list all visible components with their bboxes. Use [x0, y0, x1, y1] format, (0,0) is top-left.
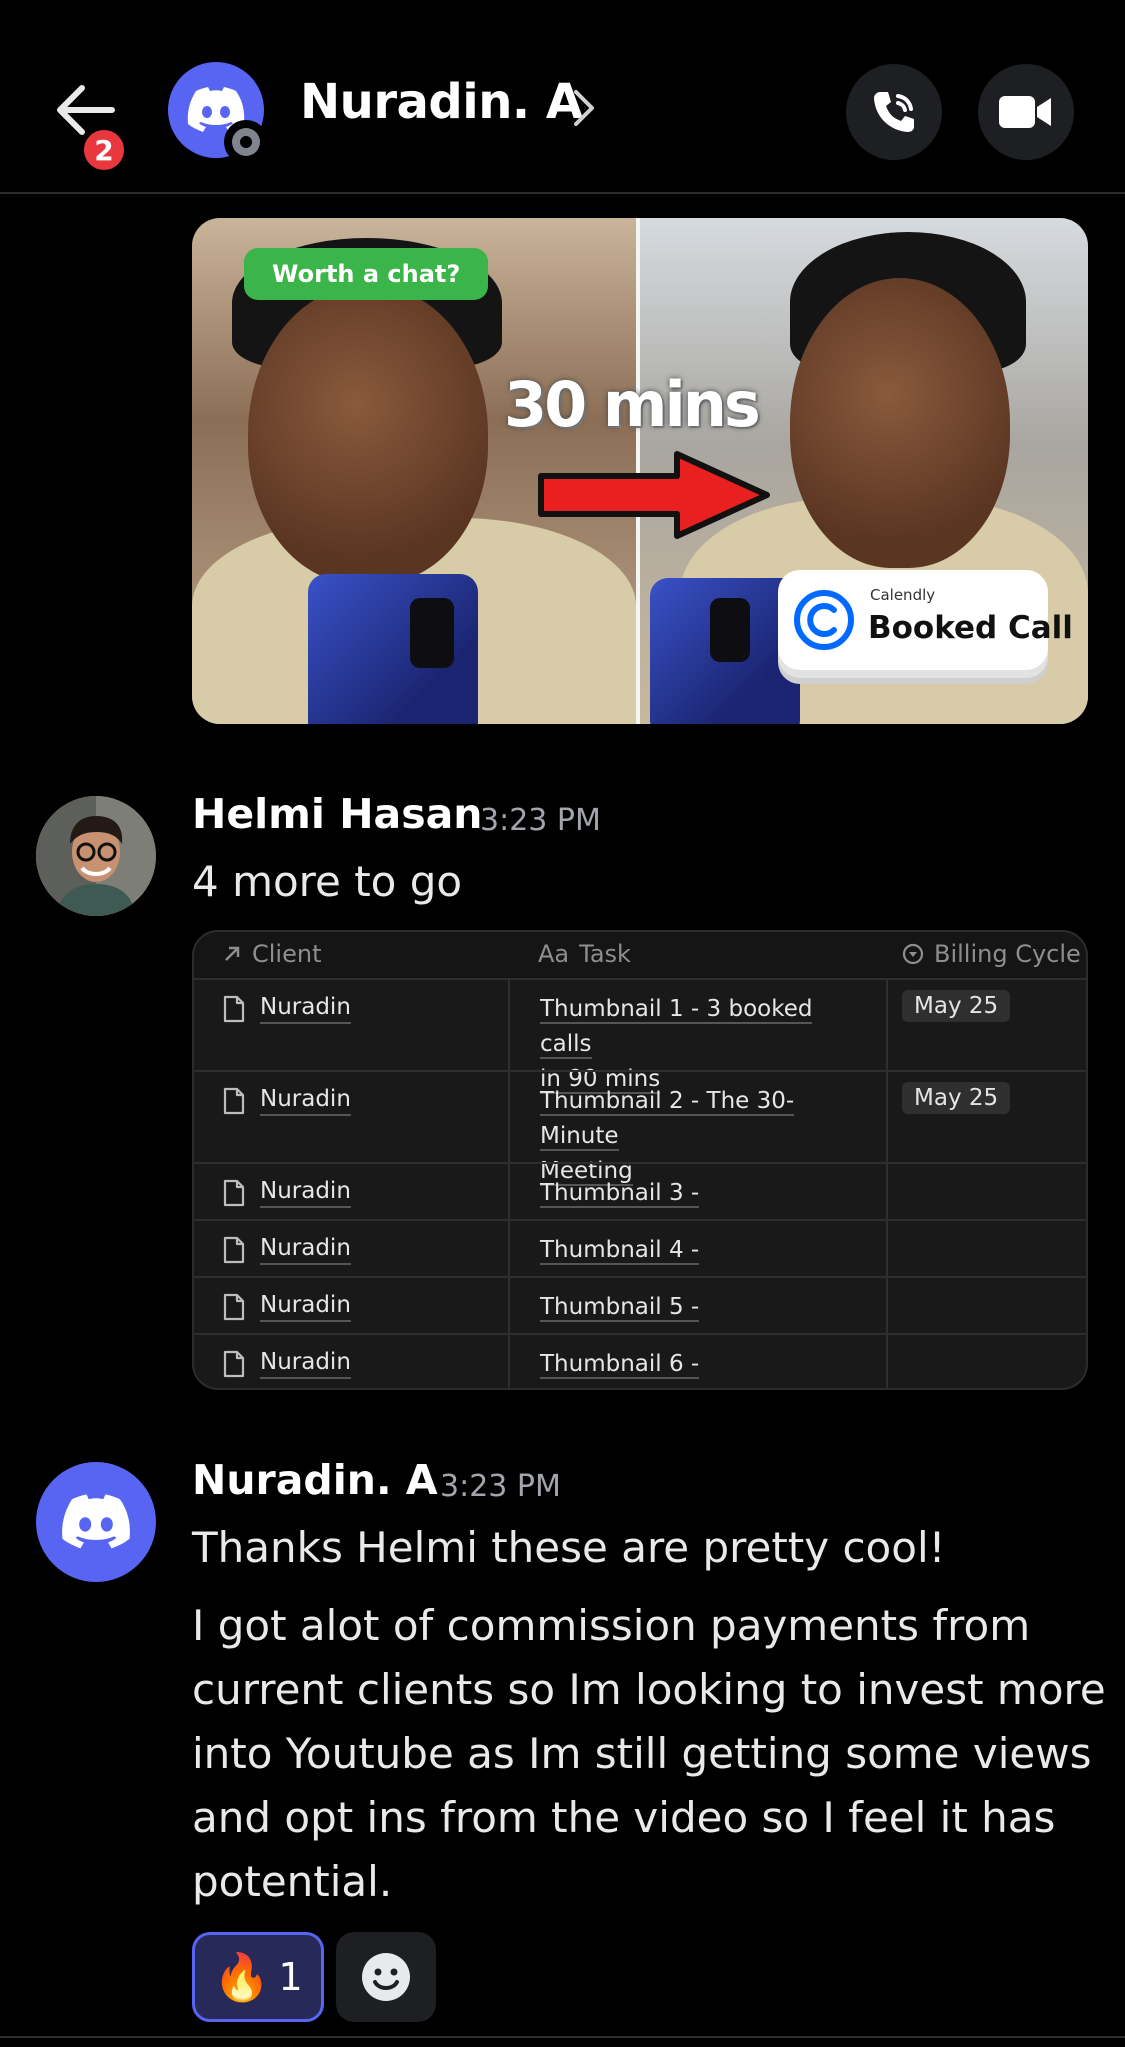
thirty-mins-text: 30 mins: [504, 368, 761, 441]
calendly-label: Calendly: [870, 586, 936, 604]
document-icon: [223, 995, 245, 1023]
helmi-avatar[interactable]: [36, 796, 156, 916]
relation-arrow-icon: [225, 946, 240, 961]
message-author[interactable]: Helmi Hasan: [192, 790, 482, 838]
document-icon: [223, 1179, 245, 1207]
billing-cycle-pill: May 25: [902, 1082, 1011, 1114]
client-cell: Nuradin: [222, 1292, 351, 1322]
phone-icon: [874, 92, 914, 132]
task-cell: Thumbnail 3 -: [540, 1180, 700, 1208]
table-row[interactable]: Nuradin Thumbnail 3 -: [194, 1162, 1086, 1219]
voice-call-button[interactable]: [846, 64, 942, 160]
document-icon: [223, 1350, 245, 1378]
message-author[interactable]: Nuradin. A: [192, 1456, 438, 1504]
text-property-icon: Aa: [538, 940, 570, 968]
task-cell: Thumbnail 6 -: [540, 1351, 700, 1379]
video-camera-icon: [999, 96, 1051, 128]
discord-logo-icon: [62, 1494, 130, 1549]
booked-call-card: Calendly Booked Call: [778, 570, 1073, 670]
client-cell: Nuradin: [222, 1086, 351, 1116]
client-cell: Nuradin: [222, 1178, 351, 1208]
billing-cycle-pill: May 25: [902, 990, 1011, 1022]
table-row[interactable]: Nuradin Thumbnail 5 -: [194, 1276, 1086, 1333]
calendly-logo-icon: [794, 590, 854, 650]
client-cell: Nuradin: [222, 1235, 351, 1265]
task-cell: Thumbnail 4 -: [540, 1237, 700, 1265]
message-paragraph: I got alot of commission payments from c…: [192, 1601, 1106, 1906]
message-text: 4 more to go: [192, 857, 463, 906]
reaction-count: 1: [278, 1955, 303, 1999]
document-icon: [223, 1087, 245, 1115]
divider: [0, 2036, 1125, 2038]
offline-status-indicator: [224, 120, 268, 164]
table-row[interactable]: Nuradin Thumbnail 4 -: [194, 1219, 1086, 1276]
worth-a-chat-tag: Worth a chat?: [244, 248, 489, 300]
table-row[interactable]: Nuradin Thumbnail 2 - The 30-Minute Meeti…: [194, 1070, 1086, 1186]
fire-emoji-icon: 🔥: [213, 1949, 271, 2004]
column-header-billing: Billing Cycle: [902, 940, 1081, 968]
message-timestamp: 3:23 PM: [480, 803, 601, 838]
table-row[interactable]: Nuradin Thumbnail 6 -: [194, 1333, 1086, 1388]
message-text: Thanks Helmi these are pretty cool!: [192, 1523, 946, 1572]
client-cell: Nuradin: [222, 994, 351, 1024]
user-photo-icon: [36, 796, 156, 916]
column-header-task: Aa Task: [538, 940, 631, 968]
smiley-face-icon: [362, 1953, 410, 2001]
document-icon: [223, 1293, 245, 1321]
table-header: Client Aa Task Billing Cycle: [194, 932, 1086, 978]
fire-reaction-button[interactable]: 🔥 1: [192, 1932, 324, 2022]
column-header-client: Client: [222, 940, 321, 968]
add-reaction-button[interactable]: [336, 1932, 436, 2022]
chat-header: 2 Nuradin. A: [0, 0, 1125, 194]
table-row[interactable]: Nuradin Thumbnail 1 - 3 booked calls in 9…: [194, 978, 1086, 1094]
video-call-button[interactable]: [978, 64, 1074, 160]
select-property-icon: [902, 943, 924, 965]
client-cell: Nuradin: [222, 1349, 351, 1379]
chevron-right-icon[interactable]: [572, 88, 596, 128]
booked-call-title: Booked Call: [868, 610, 1073, 646]
task-cell: Thumbnail 5 -: [540, 1294, 700, 1322]
message-timestamp: 3:23 PM: [440, 1469, 561, 1504]
document-icon: [223, 1236, 245, 1264]
image-attachment[interactable]: Worth a chat? 30 mins Calendly Booked Ca…: [192, 218, 1088, 724]
unread-badge: 2: [80, 126, 128, 174]
contact-name[interactable]: Nuradin. A: [300, 74, 583, 130]
nuradin-avatar[interactable]: [36, 1462, 156, 1582]
task-table-attachment[interactable]: Client Aa Task Billing Cycle Nuradin Thu…: [192, 930, 1088, 1390]
red-arrow-icon: [538, 451, 770, 539]
